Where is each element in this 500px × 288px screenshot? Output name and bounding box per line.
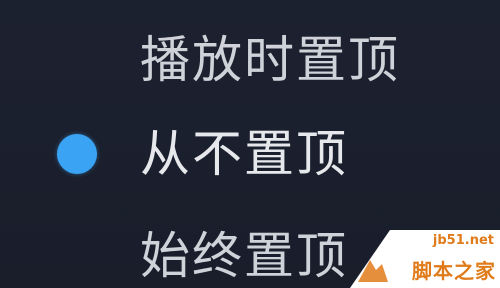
always-on-top-menu: 播放时置顶 从不置顶 始终置顶 jb51.net 脚本之家 bbox=[0, 0, 500, 288]
menu-item-on-play[interactable]: 播放时置顶 bbox=[0, 22, 500, 94]
menu-item-label: 播放时置顶 bbox=[140, 31, 400, 89]
menu-item-label: 始终置顶 bbox=[140, 227, 348, 285]
watermark-url: jb51.net bbox=[432, 233, 494, 248]
watermark: jb51.net 脚本之家 bbox=[350, 230, 500, 288]
menu-item-never[interactable]: 从不置顶 bbox=[0, 116, 500, 188]
watermark-logo-icon bbox=[358, 260, 388, 282]
watermark-name: 脚本之家 bbox=[412, 259, 496, 283]
radio-selected-icon bbox=[57, 134, 97, 174]
watermark-box: jb51.net 脚本之家 bbox=[390, 230, 500, 288]
menu-item-label: 从不置顶 bbox=[140, 125, 348, 183]
